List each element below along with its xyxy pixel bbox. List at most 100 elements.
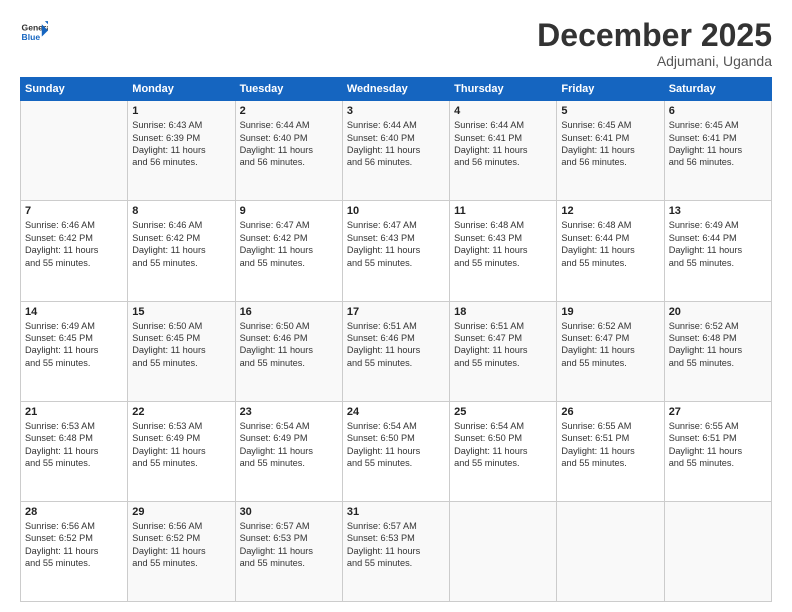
calendar-body: 1 Sunrise: 6:43 AM Sunset: 6:39 PM Daylig… <box>21 101 772 602</box>
logo-icon: General Blue <box>20 18 48 46</box>
day-info: Sunrise: 6:50 AM Sunset: 6:45 PM Dayligh… <box>132 320 230 370</box>
day-cell <box>557 501 664 601</box>
day-info: Sunrise: 6:55 AM Sunset: 6:51 PM Dayligh… <box>561 420 659 470</box>
day-cell: 24Sunrise: 6:54 AM Sunset: 6:50 PM Dayli… <box>342 401 449 501</box>
day-cell: 5Sunrise: 6:45 AM Sunset: 6:41 PM Daylig… <box>557 101 664 201</box>
day-number: 29 <box>132 506 230 518</box>
day-cell: 2Sunrise: 6:44 AM Sunset: 6:40 PM Daylig… <box>235 101 342 201</box>
day-number: 10 <box>347 205 445 217</box>
main-title: December 2025 <box>537 18 772 53</box>
day-number: 5 <box>561 105 659 117</box>
day-info: Sunrise: 6:54 AM Sunset: 6:50 PM Dayligh… <box>454 420 552 470</box>
day-info: Sunrise: 6:52 AM Sunset: 6:48 PM Dayligh… <box>669 320 767 370</box>
logo: General Blue <box>20 18 48 46</box>
day-info: Sunrise: 6:56 AM Sunset: 6:52 PM Dayligh… <box>132 520 230 570</box>
day-info: Sunrise: 6:56 AM Sunset: 6:52 PM Dayligh… <box>25 520 123 570</box>
day-number: 25 <box>454 406 552 418</box>
week-row: 14 Sunrise: 6:49 AM Sunset: 6:45 PM Dayli… <box>21 301 772 401</box>
col-header-monday: Monday <box>128 78 235 101</box>
day-number: 24 <box>347 406 445 418</box>
day-cell: 29 Sunrise: 6:56 AM Sunset: 6:52 PM Dayli… <box>128 501 235 601</box>
day-number: 7 <box>25 205 123 217</box>
day-cell: 22 Sunrise: 6:53 AM Sunset: 6:49 PM Dayli… <box>128 401 235 501</box>
col-header-wednesday: Wednesday <box>342 78 449 101</box>
col-header-saturday: Saturday <box>664 78 771 101</box>
day-number: 28 <box>25 506 123 518</box>
day-cell: 8Sunrise: 6:46 AM Sunset: 6:42 PM Daylig… <box>128 201 235 301</box>
day-number: 9 <box>240 205 338 217</box>
day-info: Sunrise: 6:50 AM Sunset: 6:46 PM Dayligh… <box>240 320 338 370</box>
day-cell: 19 Sunrise: 6:52 AM Sunset: 6:47 PM Dayli… <box>557 301 664 401</box>
day-number: 8 <box>132 205 230 217</box>
day-info: Sunrise: 6:55 AM Sunset: 6:51 PM Dayligh… <box>669 420 767 470</box>
day-info: Sunrise: 6:43 AM Sunset: 6:39 PM Dayligh… <box>132 119 230 169</box>
day-number: 16 <box>240 306 338 318</box>
svg-text:Blue: Blue <box>22 32 41 42</box>
day-info: Sunrise: 6:48 AM Sunset: 6:43 PM Dayligh… <box>454 219 552 269</box>
day-cell: 4 Sunrise: 6:44 AM Sunset: 6:41 PM Daylig… <box>450 101 557 201</box>
day-info: Sunrise: 6:48 AM Sunset: 6:44 PM Dayligh… <box>561 219 659 269</box>
col-header-friday: Friday <box>557 78 664 101</box>
day-cell: 3 Sunrise: 6:44 AM Sunset: 6:40 PM Daylig… <box>342 101 449 201</box>
day-cell: 31 Sunrise: 6:57 AM Sunset: 6:53 PM Dayli… <box>342 501 449 601</box>
day-info: Sunrise: 6:52 AM Sunset: 6:47 PM Dayligh… <box>561 320 659 370</box>
week-row: 28 Sunrise: 6:56 AM Sunset: 6:52 PM Dayli… <box>21 501 772 601</box>
day-cell: 1 Sunrise: 6:43 AM Sunset: 6:39 PM Daylig… <box>128 101 235 201</box>
day-number: 21 <box>25 406 123 418</box>
calendar-table: SundayMondayTuesdayWednesdayThursdayFrid… <box>20 77 772 602</box>
day-number: 27 <box>669 406 767 418</box>
day-info: Sunrise: 6:54 AM Sunset: 6:49 PM Dayligh… <box>240 420 338 470</box>
day-info: Sunrise: 6:47 AM Sunset: 6:42 PM Dayligh… <box>240 219 338 269</box>
week-row: 7Sunrise: 6:46 AM Sunset: 6:42 PM Daylig… <box>21 201 772 301</box>
day-info: Sunrise: 6:57 AM Sunset: 6:53 PM Dayligh… <box>240 520 338 570</box>
day-number: 22 <box>132 406 230 418</box>
day-cell: 20 Sunrise: 6:52 AM Sunset: 6:48 PM Dayli… <box>664 301 771 401</box>
day-cell <box>21 101 128 201</box>
col-header-tuesday: Tuesday <box>235 78 342 101</box>
day-number: 17 <box>347 306 445 318</box>
day-cell: 6Sunrise: 6:45 AM Sunset: 6:41 PM Daylig… <box>664 101 771 201</box>
day-cell: 26 Sunrise: 6:55 AM Sunset: 6:51 PM Dayli… <box>557 401 664 501</box>
day-info: Sunrise: 6:49 AM Sunset: 6:45 PM Dayligh… <box>25 320 123 370</box>
day-number: 20 <box>669 306 767 318</box>
page: General Blue December 2025 Adjumani, Uga… <box>0 0 792 612</box>
day-cell: 16 Sunrise: 6:50 AM Sunset: 6:46 PM Dayli… <box>235 301 342 401</box>
day-info: Sunrise: 6:45 AM Sunset: 6:41 PM Dayligh… <box>669 119 767 169</box>
day-cell: 21 Sunrise: 6:53 AM Sunset: 6:48 PM Dayli… <box>21 401 128 501</box>
day-info: Sunrise: 6:44 AM Sunset: 6:41 PM Dayligh… <box>454 119 552 169</box>
day-cell: 10 Sunrise: 6:47 AM Sunset: 6:43 PM Dayli… <box>342 201 449 301</box>
day-info: Sunrise: 6:53 AM Sunset: 6:48 PM Dayligh… <box>25 420 123 470</box>
day-info: Sunrise: 6:51 AM Sunset: 6:47 PM Dayligh… <box>454 320 552 370</box>
day-info: Sunrise: 6:53 AM Sunset: 6:49 PM Dayligh… <box>132 420 230 470</box>
day-number: 30 <box>240 506 338 518</box>
day-number: 3 <box>347 105 445 117</box>
day-cell: 15 Sunrise: 6:50 AM Sunset: 6:45 PM Dayli… <box>128 301 235 401</box>
day-info: Sunrise: 6:44 AM Sunset: 6:40 PM Dayligh… <box>240 119 338 169</box>
day-number: 19 <box>561 306 659 318</box>
day-cell: 7Sunrise: 6:46 AM Sunset: 6:42 PM Daylig… <box>21 201 128 301</box>
header: General Blue December 2025 Adjumani, Uga… <box>20 18 772 69</box>
day-number: 26 <box>561 406 659 418</box>
day-number: 11 <box>454 205 552 217</box>
day-cell: 30 Sunrise: 6:57 AM Sunset: 6:53 PM Dayli… <box>235 501 342 601</box>
column-headers: SundayMondayTuesdayWednesdayThursdayFrid… <box>21 78 772 101</box>
day-info: Sunrise: 6:44 AM Sunset: 6:40 PM Dayligh… <box>347 119 445 169</box>
day-number: 12 <box>561 205 659 217</box>
day-cell: 28 Sunrise: 6:56 AM Sunset: 6:52 PM Dayli… <box>21 501 128 601</box>
day-cell <box>450 501 557 601</box>
day-number: 15 <box>132 306 230 318</box>
day-info: Sunrise: 6:47 AM Sunset: 6:43 PM Dayligh… <box>347 219 445 269</box>
day-number: 13 <box>669 205 767 217</box>
day-number: 4 <box>454 105 552 117</box>
day-info: Sunrise: 6:57 AM Sunset: 6:53 PM Dayligh… <box>347 520 445 570</box>
day-number: 1 <box>132 105 230 117</box>
week-row: 21 Sunrise: 6:53 AM Sunset: 6:48 PM Dayli… <box>21 401 772 501</box>
day-cell: 11 Sunrise: 6:48 AM Sunset: 6:43 PM Dayli… <box>450 201 557 301</box>
col-header-sunday: Sunday <box>21 78 128 101</box>
day-number: 23 <box>240 406 338 418</box>
day-info: Sunrise: 6:49 AM Sunset: 6:44 PM Dayligh… <box>669 219 767 269</box>
day-number: 14 <box>25 306 123 318</box>
day-number: 31 <box>347 506 445 518</box>
col-header-thursday: Thursday <box>450 78 557 101</box>
day-cell: 17Sunrise: 6:51 AM Sunset: 6:46 PM Dayli… <box>342 301 449 401</box>
